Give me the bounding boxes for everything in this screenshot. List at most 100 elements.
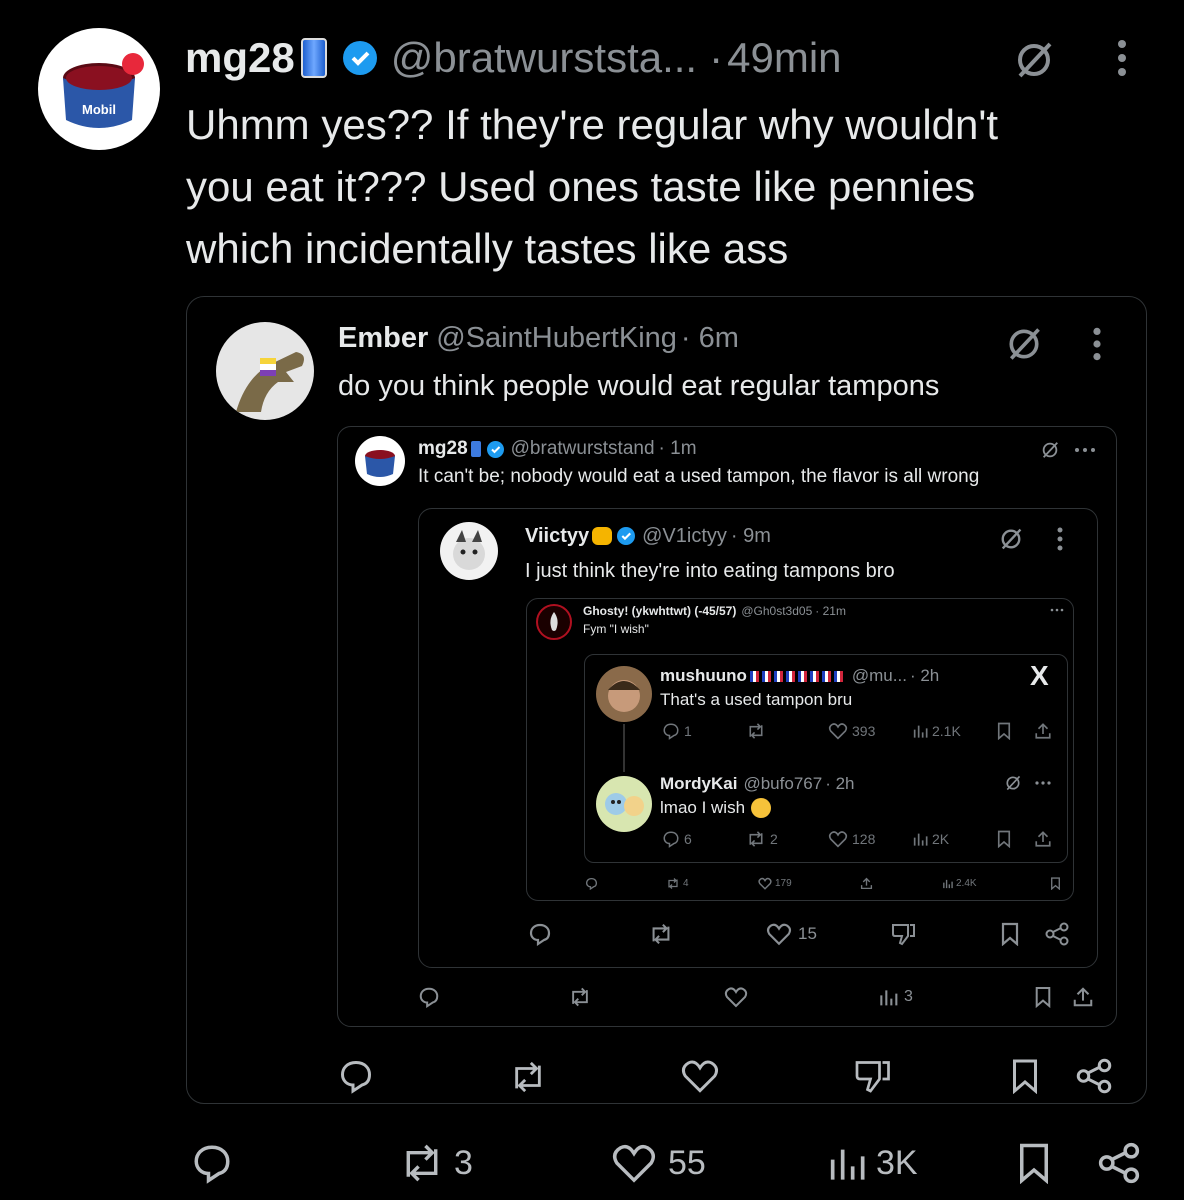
like-button[interactable] [724, 986, 748, 1008]
grok-icon[interactable] [1004, 324, 1044, 364]
repost-button[interactable] [648, 922, 674, 946]
avatar-mg28-small[interactable] [355, 436, 405, 486]
author-handle[interactable]: @bratwurststa... [391, 34, 697, 82]
more-options-icon[interactable] [1034, 780, 1052, 786]
mushuuno-handle[interactable]: @mu... [852, 666, 907, 686]
bookmark-button[interactable] [1050, 877, 1061, 890]
more-options-icon[interactable] [1050, 608, 1064, 612]
mg28-text: It can't be; nobody would eat a used tam… [418, 466, 980, 487]
reply-icon [419, 987, 439, 1008]
repost-button[interactable]: 4 [666, 877, 689, 890]
views-button[interactable]: 3K [826, 1142, 918, 1184]
views-button[interactable]: 2K [912, 830, 949, 848]
reply-button[interactable] [418, 986, 440, 1008]
avatar-mg28[interactable]: Mobil [38, 28, 160, 150]
like-button[interactable]: 393 [828, 722, 875, 740]
more-options-icon[interactable] [1054, 526, 1066, 552]
ember-handle[interactable]: @SaintHubertKing [436, 322, 677, 355]
more-options-icon[interactable] [1088, 326, 1106, 362]
bookmark-button[interactable] [996, 830, 1012, 848]
mordykai-time[interactable]: · 2h [825, 774, 854, 794]
reply-button[interactable] [585, 877, 598, 890]
more-options-icon[interactable] [1112, 38, 1132, 82]
bookmark-button[interactable] [1016, 1142, 1052, 1184]
ghosty-name[interactable]: Ghosty! (ykwhttwt) (-45/57) [583, 604, 736, 618]
more-options-icon[interactable] [1074, 446, 1096, 454]
views-icon [913, 725, 928, 738]
mushuuno-name[interactable]: mushuuno [660, 666, 747, 686]
ghosty-handle[interactable]: @Gh0st3d05 [741, 604, 812, 618]
views-count: 3 [904, 988, 913, 1005]
bookmark-button[interactable] [1010, 1058, 1040, 1094]
reply-button[interactable]: 1 [662, 722, 692, 740]
mordykai-name[interactable]: MordyKai [660, 774, 737, 794]
grok-icon[interactable] [1012, 38, 1056, 82]
repost-icon [572, 987, 588, 1007]
avatar-mushuuno[interactable] [596, 666, 652, 722]
bookmark-icon [1001, 922, 1019, 946]
mg28-name[interactable]: mg28 [418, 438, 468, 460]
post-text-line: which incidentally tastes like ass [186, 225, 789, 272]
post-text-line: Uhmm yes?? If they're regular why wouldn… [186, 101, 999, 148]
share-button[interactable] [1034, 830, 1052, 848]
viictyy-time[interactable]: · 9m [731, 525, 771, 548]
reply-button[interactable] [338, 1058, 374, 1094]
grok-icon[interactable] [1040, 440, 1060, 460]
mobil-can-icon: Mobil [63, 53, 144, 128]
like-button[interactable] [680, 1058, 720, 1094]
share-button[interactable] [1096, 1142, 1142, 1184]
ghosty-time[interactable]: · 21m [815, 604, 846, 618]
views-icon [913, 833, 928, 846]
views-button[interactable]: 2.1K [912, 722, 961, 740]
like-button[interactable]: 55 [610, 1142, 706, 1184]
share-button[interactable] [1044, 922, 1070, 946]
mordykai-text: lmao I wish [660, 798, 746, 817]
ember-name[interactable]: Ember [338, 322, 428, 355]
avatar-ghosty[interactable] [536, 604, 572, 640]
reply-button[interactable] [528, 922, 552, 946]
views-button[interactable]: 3 [878, 986, 913, 1008]
grok-icon[interactable] [998, 526, 1024, 552]
share-button[interactable] [1034, 722, 1052, 740]
repost-button[interactable] [508, 1060, 548, 1094]
bookmark-icon [1020, 1143, 1048, 1184]
post-time[interactable]: 49min [727, 34, 841, 82]
reply-button[interactable]: 6 [662, 830, 692, 848]
dislike-button[interactable] [852, 1058, 892, 1094]
mg28-time[interactable]: · 1m [659, 438, 697, 460]
heart-icon [681, 1060, 719, 1093]
ember-time[interactable]: · 6m [681, 322, 739, 355]
like-button[interactable]: 179 [758, 877, 792, 890]
viictyy-name[interactable]: Viictyy [525, 525, 589, 548]
share-button[interactable] [1072, 986, 1094, 1008]
share-button[interactable] [860, 877, 873, 890]
dislike-button[interactable] [890, 922, 916, 946]
mordykai-handle[interactable]: @bufo767 [743, 774, 822, 794]
bookmark-button[interactable] [996, 722, 1012, 740]
bookmark-button[interactable] [1000, 922, 1020, 946]
like-button[interactable]: 128 [828, 830, 875, 848]
avatar-ember[interactable] [216, 322, 314, 420]
reply-button[interactable] [190, 1142, 234, 1184]
repost-button[interactable]: 3 [398, 1142, 473, 1184]
bookmark-icon [997, 830, 1011, 848]
views-count: 2.4K [956, 878, 977, 889]
like-button[interactable]: 15 [766, 922, 817, 946]
viictyy-handle[interactable]: @V1ictyy [642, 525, 727, 548]
grok-icon[interactable] [1004, 774, 1022, 792]
repost-button[interactable] [746, 722, 766, 740]
share-button[interactable] [1074, 1058, 1114, 1094]
cartoon-character-icon [453, 530, 485, 570]
mg28-handle[interactable]: @bratwurststand [511, 438, 655, 460]
repost-button[interactable] [568, 986, 592, 1008]
author-name[interactable]: mg28 [185, 34, 295, 82]
x-logo-icon: X [1030, 660, 1049, 691]
bookmark-button[interactable] [1034, 986, 1052, 1008]
mushuuno-time[interactable]: · 2h [910, 666, 939, 686]
avatar-viictyy[interactable] [440, 522, 498, 580]
views-button[interactable]: 2.4K [942, 877, 977, 890]
heart-icon [828, 723, 848, 740]
avatar-mordykai[interactable] [596, 776, 652, 832]
repost-button[interactable]: 2 [746, 830, 778, 848]
verified-icon [342, 41, 377, 75]
